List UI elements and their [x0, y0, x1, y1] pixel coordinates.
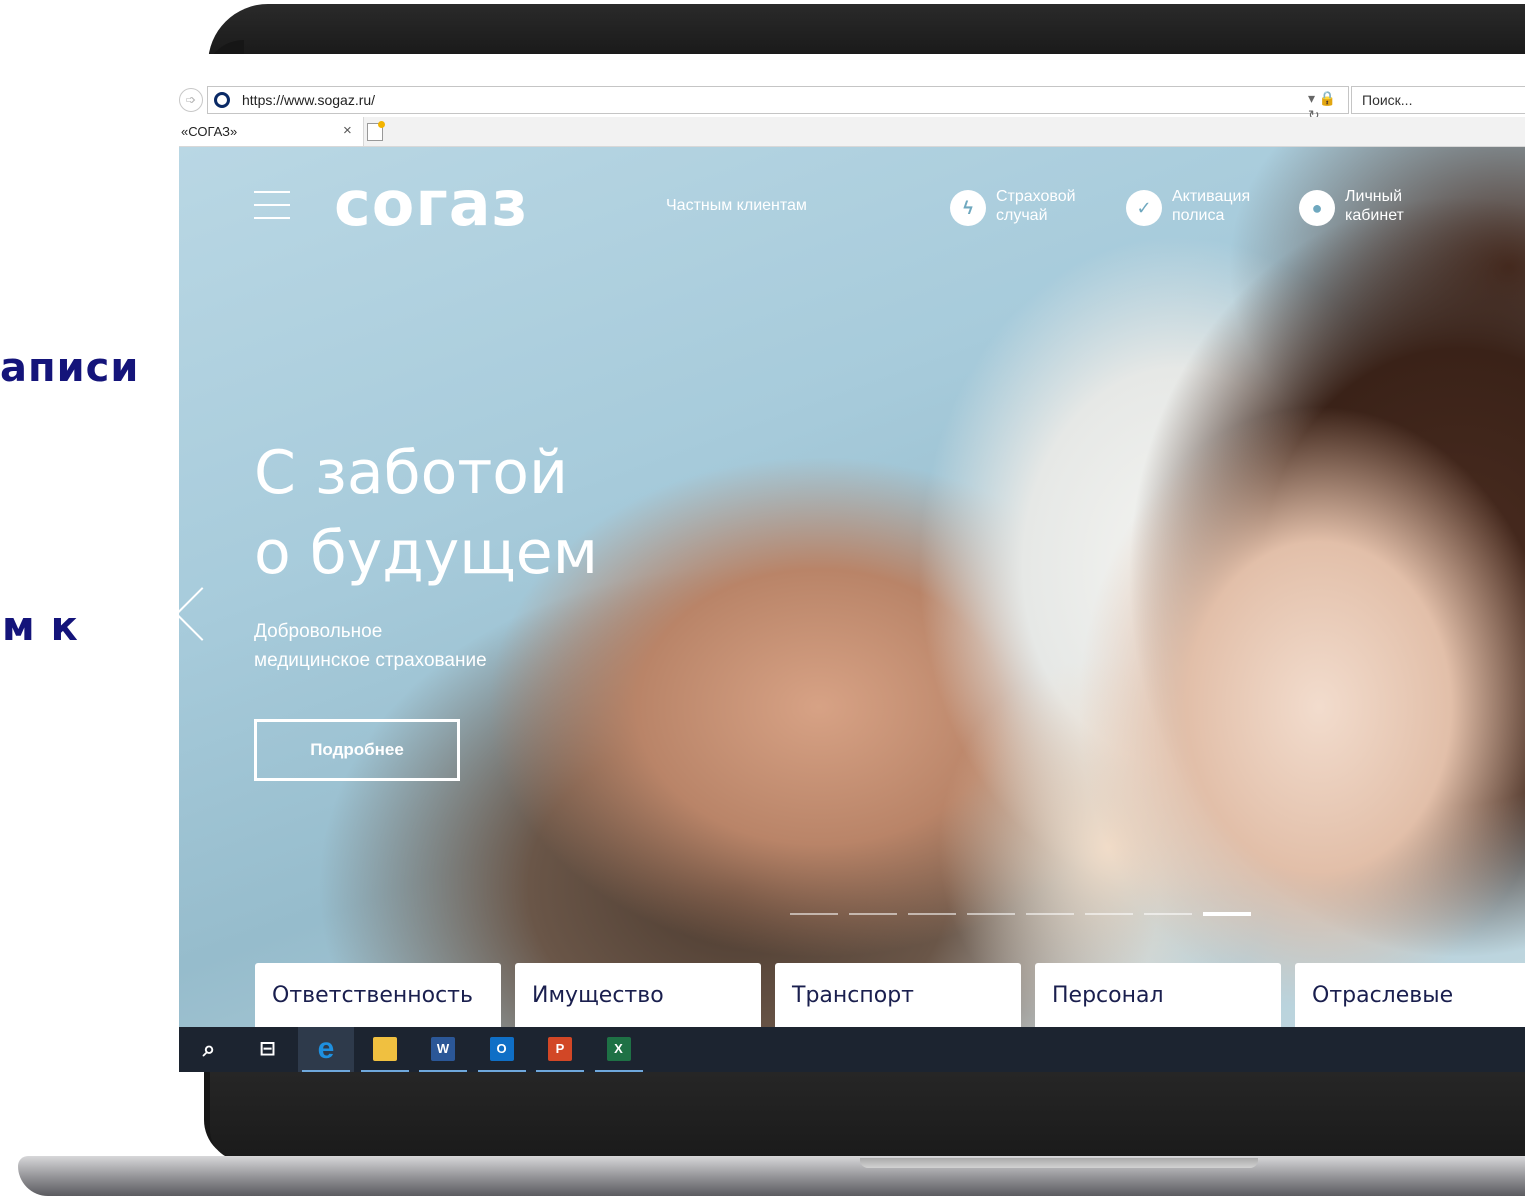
slider-dot[interactable]	[849, 913, 897, 915]
hero-subtitle: Добровольное медицинское страхование	[254, 621, 487, 671]
taskbar-button[interactable]: P	[532, 1027, 588, 1072]
browser-tab[interactable]: «СОГАЗ» ×	[179, 117, 364, 146]
prev-slide-arrow-icon[interactable]	[179, 587, 229, 641]
browser-tab-strip: «СОГАЗ» ×	[179, 117, 1525, 147]
util-label: Активация полиса	[1172, 188, 1251, 224]
address-bar[interactable]: https://www.sogaz.ru/ ▾ 🔒 ↻	[207, 86, 1349, 123]
sogaz-logo[interactable]: согаз	[334, 167, 529, 240]
util-label: Страховой случай	[996, 188, 1076, 224]
slider-dot[interactable]	[790, 913, 838, 915]
taskbar-button[interactable]: O	[474, 1027, 530, 1072]
hero-banner: согаз Частным клиентам ϟ Страховой случай…	[179, 147, 1525, 1027]
url-text: https://www.sogaz.ru/	[242, 92, 376, 108]
user-shield-icon: ●	[1299, 190, 1335, 226]
search-placeholder: Поиск...	[1362, 92, 1413, 108]
laptop-bezel-bottom	[210, 1072, 1525, 1160]
powerpoint-icon: P	[548, 1037, 572, 1061]
new-tab-icon[interactable]	[367, 121, 385, 141]
slider-dot[interactable]	[908, 913, 956, 915]
back-arrow-icon[interactable]: ➩	[179, 88, 203, 112]
lightning-shield-icon: ϟ	[950, 190, 986, 226]
search-icon: ⌕	[202, 1036, 216, 1061]
task-view-icon: ⊟	[259, 1038, 276, 1060]
laptop-base	[18, 1156, 1525, 1196]
laptop-hinge-notch	[860, 1158, 1258, 1168]
side-text-fragment-1: аписи	[0, 345, 140, 391]
private-clients-link[interactable]: Частным клиентам	[666, 197, 807, 215]
internet-explorer-icon: e	[317, 1032, 335, 1065]
util-label: Личный кабинет	[1345, 188, 1404, 224]
side-text-fragment-2: м к	[2, 604, 79, 650]
hero-headline: С заботой о будущем	[254, 438, 598, 588]
tab-personnel[interactable]: Персонал	[1035, 963, 1281, 1027]
slider-dot[interactable]	[1026, 913, 1074, 915]
tab-property[interactable]: Имущество	[515, 963, 761, 1027]
tab-title: «СОГАЗ»	[181, 124, 238, 139]
tab-transport[interactable]: Транспорт	[775, 963, 1021, 1027]
taskbar-button[interactable]: X	[591, 1027, 647, 1072]
slider-dot[interactable]	[1144, 913, 1192, 915]
slider-dot[interactable]	[1203, 912, 1251, 916]
browser-search-input[interactable]: Поиск...	[1351, 86, 1525, 114]
close-icon[interactable]: ×	[343, 122, 352, 139]
excel-icon: X	[606, 1037, 631, 1061]
hamburger-menu-icon[interactable]	[254, 191, 290, 219]
taskbar-button[interactable]: ⊟	[240, 1027, 296, 1072]
slider-dot[interactable]	[967, 913, 1015, 915]
more-button[interactable]: Подробнее	[254, 719, 460, 781]
site-favicon-icon	[214, 92, 230, 108]
browser-address-row: ➩ https://www.sogaz.ru/ ▾ 🔒 ↻ Поиск...	[179, 86, 1525, 123]
taskbar-button[interactable]: W	[415, 1027, 471, 1072]
taskbar-button[interactable]: ▬	[357, 1027, 413, 1072]
tab-liability[interactable]: Ответственность	[255, 963, 501, 1027]
taskbar-button[interactable]: e	[298, 1027, 354, 1072]
slider-dot[interactable]	[1085, 913, 1133, 915]
taskbar-button[interactable]: ⌕	[181, 1027, 237, 1072]
outlook-icon: O	[489, 1037, 514, 1061]
laptop-screen: ➩ https://www.sogaz.ru/ ▾ 🔒 ↻ Поиск... «…	[179, 54, 1525, 1072]
word-icon: W	[431, 1037, 455, 1061]
check-shield-icon: ✓	[1126, 190, 1162, 226]
tab-industry[interactable]: Отраслевые	[1295, 963, 1525, 1027]
windows-taskbar: ⌕ ⊟ e ▬ W O P X	[179, 1027, 1525, 1072]
file-explorer-icon: ▬	[372, 1037, 397, 1061]
